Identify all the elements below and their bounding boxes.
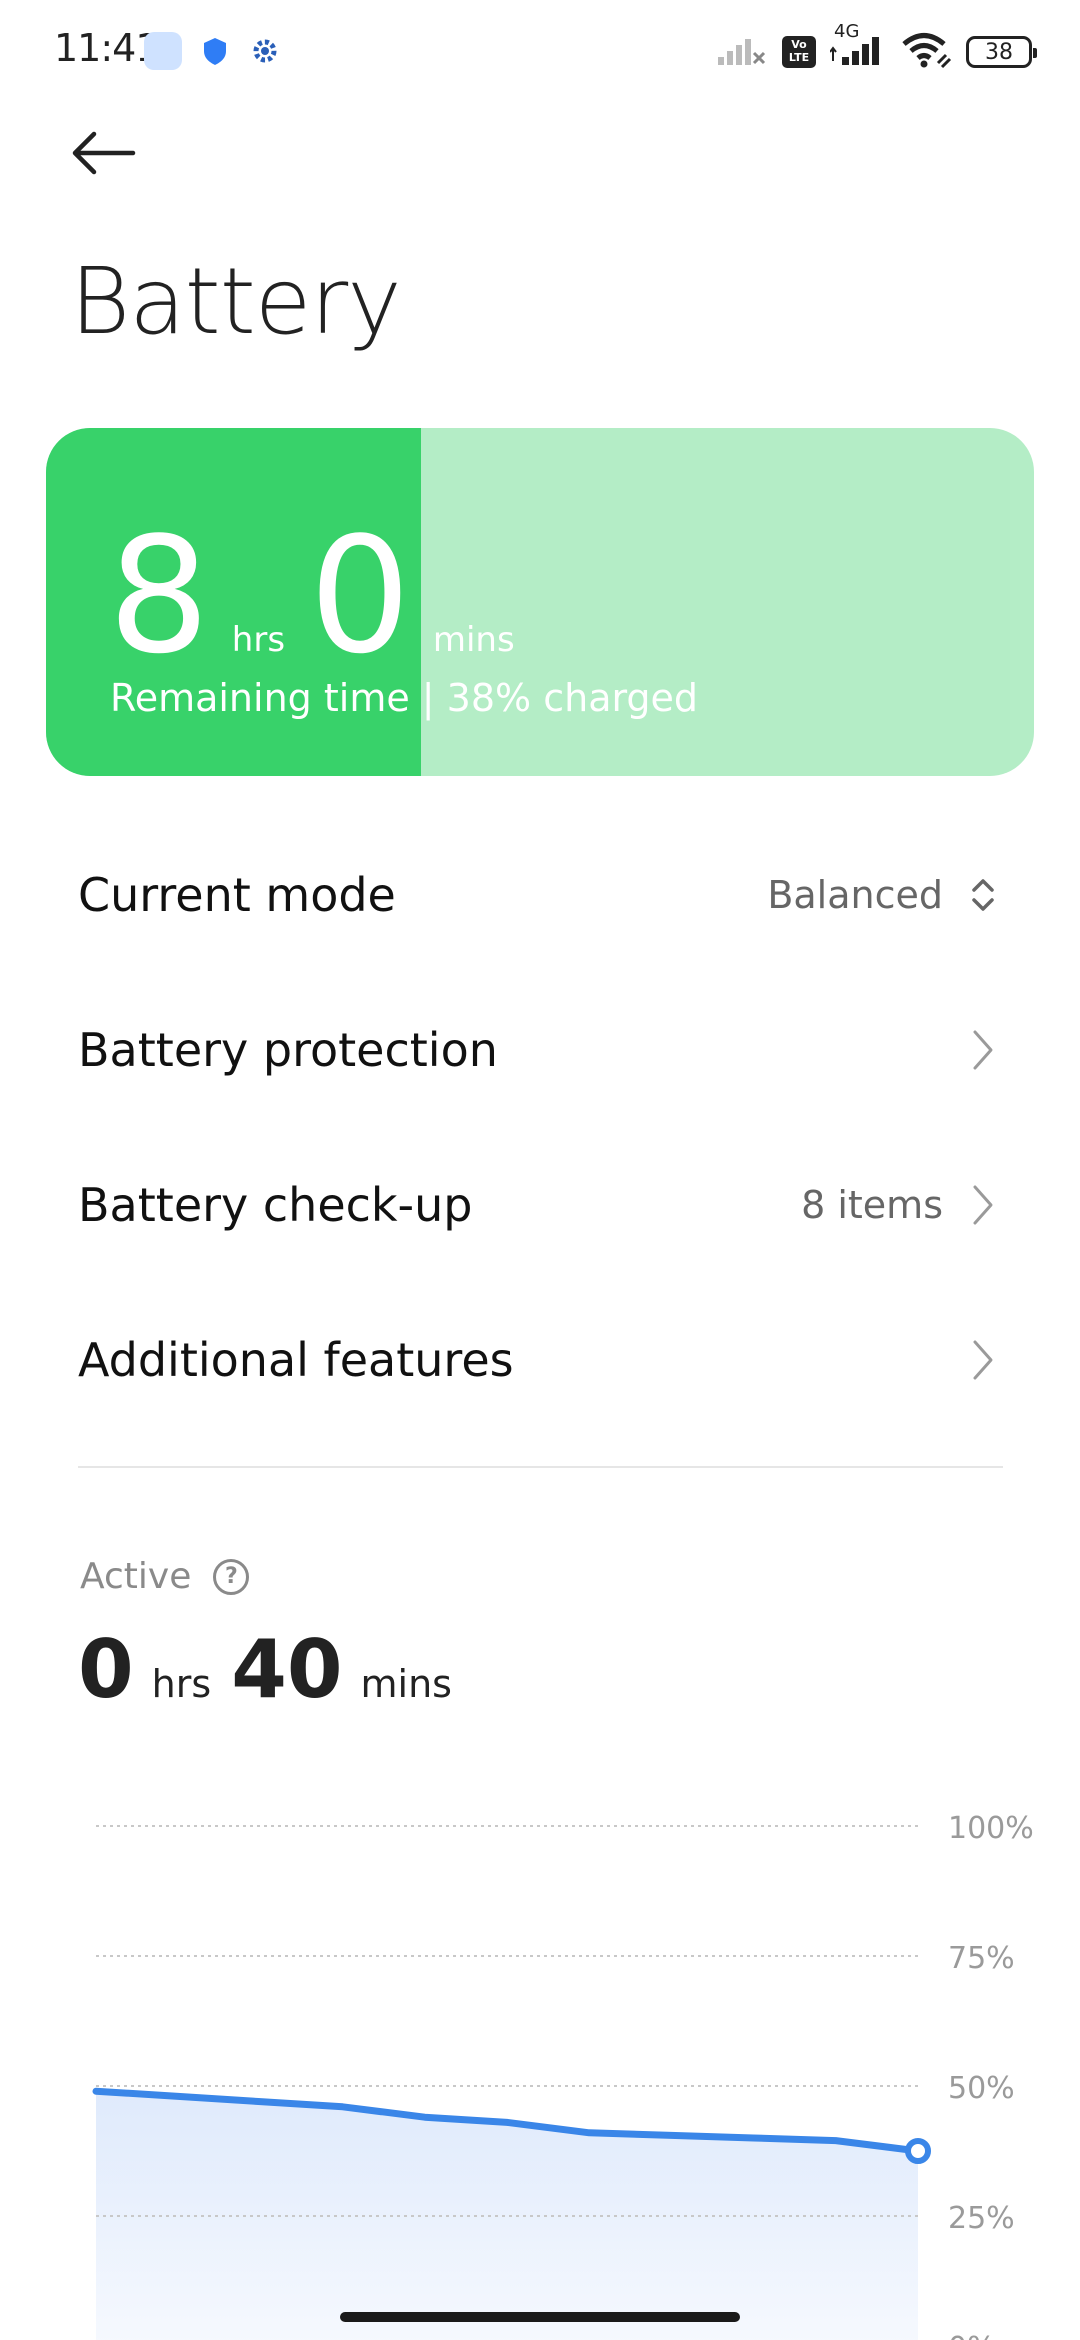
chevron-right-icon bbox=[963, 1340, 1003, 1380]
checkup-count: 8 items bbox=[801, 1183, 943, 1227]
status-bar: 11:41 Vo LTE 4G 38 bbox=[0, 0, 1080, 100]
remaining-hours: 8 bbox=[108, 502, 210, 689]
row-label: Battery check-up bbox=[78, 1178, 473, 1232]
row-label: Additional features bbox=[78, 1333, 514, 1387]
current-mode-row[interactable]: Current mode Balanced bbox=[78, 840, 1003, 950]
remaining-minutes: 0 bbox=[309, 502, 411, 689]
current-level-point bbox=[905, 2138, 931, 2164]
status-indicators: Vo LTE 4G 38 bbox=[718, 21, 1037, 74]
active-label: Active bbox=[80, 1556, 192, 1597]
battery-level-chart[interactable]: 100% 75% 50% 25% 0% bbox=[0, 1790, 1080, 2340]
y-tick-label: 100% bbox=[948, 1811, 1034, 1846]
signal-sim1-icon bbox=[718, 33, 768, 71]
back-button[interactable] bbox=[70, 120, 150, 190]
arrow-left-icon bbox=[70, 128, 136, 182]
volte-badge: Vo LTE bbox=[782, 36, 816, 68]
network-type-label: 4G bbox=[834, 21, 860, 42]
battery-status-icon: 38 bbox=[966, 36, 1037, 68]
shield-notification-icon bbox=[198, 34, 232, 68]
active-time: 0 hrs 40 mins bbox=[78, 1630, 472, 1710]
up-down-chevron-icon bbox=[963, 875, 1003, 915]
active-header: Active ? bbox=[80, 1556, 250, 1597]
signal-sim2-icon: 4G bbox=[829, 21, 886, 71]
y-tick-label: 50% bbox=[948, 2071, 1015, 2106]
home-indicator[interactable] bbox=[340, 2312, 740, 2322]
chevron-right-icon bbox=[963, 1030, 1003, 1070]
active-minutes-unit: mins bbox=[360, 1662, 452, 1706]
y-tick-label: 25% bbox=[948, 2201, 1015, 2236]
status-time: 11:41 bbox=[54, 26, 160, 70]
hours-unit: hrs bbox=[231, 620, 286, 660]
minutes-unit: mins bbox=[432, 620, 515, 660]
remaining-time: 8 hrs 0 mins bbox=[108, 516, 539, 676]
active-hours-unit: hrs bbox=[151, 1662, 212, 1706]
notification-app-icon bbox=[144, 32, 182, 70]
current-mode-value: Balanced bbox=[767, 873, 943, 917]
help-icon[interactable]: ? bbox=[213, 1558, 250, 1595]
battery-status-card[interactable]: 8 hrs 0 mins Remaining time | 38% charge… bbox=[46, 428, 1034, 776]
y-tick-label: 0% bbox=[948, 2331, 996, 2340]
row-label: Battery protection bbox=[78, 1023, 498, 1077]
active-hours: 0 bbox=[78, 1623, 134, 1716]
active-minutes: 40 bbox=[231, 1623, 343, 1716]
wifi-icon bbox=[900, 31, 952, 73]
section-divider bbox=[78, 1466, 1003, 1468]
gear-notification-icon bbox=[248, 34, 282, 68]
battery-subtitle: Remaining time | 38% charged bbox=[110, 676, 699, 720]
chevron-right-icon bbox=[963, 1185, 1003, 1225]
battery-protection-row[interactable]: Battery protection bbox=[78, 995, 1003, 1105]
battery-checkup-row[interactable]: Battery check-up 8 items bbox=[78, 1150, 1003, 1260]
page-title: Battery bbox=[70, 248, 402, 355]
chart-area-fill bbox=[96, 2091, 918, 2340]
y-tick-label: 75% bbox=[948, 1941, 1015, 1976]
row-label: Current mode bbox=[78, 868, 396, 922]
additional-features-row[interactable]: Additional features bbox=[78, 1305, 1003, 1415]
